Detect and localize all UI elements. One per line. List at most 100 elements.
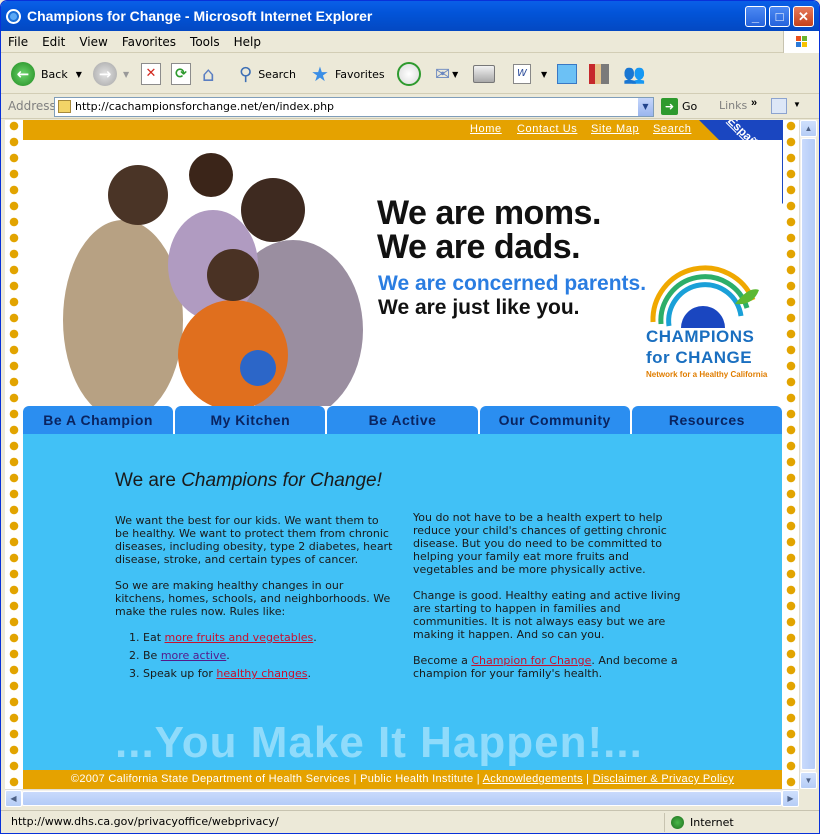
left-paragraph-1: We want the best for our kids. We want t…	[115, 514, 393, 566]
back-button[interactable]: ← Back ▼	[11, 60, 82, 88]
rules-list: Eat more fruits and vegetables. Be more …	[115, 631, 395, 680]
search-label: Search	[258, 67, 296, 81]
nav-sitemap-link[interactable]: Site Map	[591, 123, 639, 135]
nav-search-link[interactable]: Search	[653, 123, 691, 135]
main-nav: Be A Champion My Kitchen Be Active Our C…	[23, 406, 783, 434]
nav-home-link[interactable]: Home	[470, 123, 502, 135]
mail-button[interactable]: ✉ ▼	[435, 60, 458, 88]
translate-icon[interactable]	[771, 98, 787, 114]
horizontal-scroll-thumb[interactable]	[22, 791, 782, 806]
menu-file[interactable]: File	[1, 31, 35, 49]
vertical-scroll-thumb[interactable]	[801, 138, 816, 770]
close-button[interactable]: ✕	[793, 6, 814, 27]
forward-button[interactable]: → ▼	[93, 60, 129, 88]
tab-our-community[interactable]: Our Community	[479, 406, 630, 434]
page-viewport: Home Contact Us Site Map Search Español	[5, 120, 799, 789]
research-icon	[589, 64, 609, 84]
maximize-button[interactable]: □	[769, 6, 790, 27]
home-button[interactable]: ⌂	[202, 60, 215, 88]
go-arrow-icon: ➜	[661, 98, 678, 115]
hero-banner: We are moms. We are dads. We are concern…	[23, 140, 782, 406]
menu-favorites[interactable]: Favorites	[115, 31, 183, 49]
menu-view[interactable]: View	[72, 31, 114, 49]
edit-button[interactable]: W ▼	[513, 60, 547, 88]
research-button[interactable]	[589, 60, 609, 88]
scroll-down-icon[interactable]: ▼	[800, 772, 817, 789]
rule-text: Speak up for	[143, 667, 217, 680]
nav-contact-link[interactable]: Contact Us	[517, 123, 577, 135]
scroll-right-icon[interactable]: ▶	[782, 790, 799, 807]
search-icon: ⚲	[239, 63, 253, 85]
forward-arrow-icon: →	[93, 62, 117, 86]
go-button[interactable]: ➜ Go	[661, 98, 697, 115]
become-text: Become a	[413, 654, 472, 667]
security-zone: Internet	[664, 813, 734, 832]
menu-edit[interactable]: Edit	[35, 31, 72, 49]
logo-text-for-change: for CHANGE	[646, 348, 753, 367]
logo-arcs-icon	[650, 265, 759, 328]
minimize-button[interactable]: _	[745, 6, 766, 27]
refresh-icon: ⟳	[171, 63, 191, 85]
tab-be-active[interactable]: Be Active	[327, 406, 478, 434]
history-button[interactable]	[397, 60, 421, 88]
discuss-button[interactable]	[557, 60, 577, 88]
headline-prefix: We are	[115, 470, 182, 491]
favorites-label: Favorites	[334, 67, 385, 81]
healthy-changes-link[interactable]: healthy changes	[216, 667, 307, 680]
status-bar: http://www.dhs.ca.gov/privacyoffice/webp…	[1, 810, 819, 833]
messenger-button[interactable]: 👥	[623, 60, 645, 88]
rule-text: Eat	[143, 631, 165, 644]
print-icon	[473, 65, 495, 83]
address-label: Address	[8, 99, 56, 113]
address-dropdown-icon[interactable]: ▼	[637, 98, 653, 116]
messenger-icon: 👥	[623, 63, 646, 85]
fruits-vegetables-link[interactable]: more fruits and vegetables	[165, 631, 314, 644]
discuss-icon	[557, 64, 577, 84]
search-button[interactable]: ⚲ Search	[239, 60, 296, 88]
tab-resources[interactable]: Resources	[631, 406, 783, 434]
scroll-left-icon[interactable]: ◀	[5, 790, 22, 807]
champion-for-change-link[interactable]: Champion for Change	[471, 654, 591, 667]
zone-label: Internet	[690, 816, 734, 829]
more-active-link[interactable]: more active	[161, 649, 226, 662]
go-label: Go	[682, 100, 698, 113]
scroll-up-icon[interactable]: ▲	[800, 120, 817, 137]
headline-emphasis: Champions for Change!	[181, 470, 382, 491]
translate-dropdown-icon[interactable]: ▼	[793, 100, 801, 109]
browser-window: Champions for Change - Microsoft Interne…	[0, 0, 820, 834]
menu-bar: File Edit View Favorites Tools Help	[1, 31, 819, 53]
rule-punct: .	[226, 649, 230, 662]
favorites-button[interactable]: ★ Favorites	[311, 60, 385, 88]
links-label[interactable]: Links	[719, 99, 747, 112]
status-text: http://www.dhs.ca.gov/privacyoffice/webp…	[11, 815, 279, 828]
logo-tagline: Network for a Healthy California	[646, 370, 768, 379]
top-nav: Home Contact Us Site Map Search	[23, 120, 782, 140]
word-icon: W	[513, 64, 531, 84]
mail-icon: ✉	[435, 63, 451, 85]
menu-help[interactable]: Help	[227, 31, 268, 49]
footer: ©2007 California State Department of Hea…	[23, 770, 782, 789]
print-button[interactable]	[473, 60, 495, 88]
tab-be-a-champion[interactable]: Be A Champion	[23, 406, 174, 434]
links-chevron-icon[interactable]: »	[751, 97, 757, 109]
tab-my-kitchen[interactable]: My Kitchen	[175, 406, 326, 434]
refresh-button[interactable]: ⟳	[171, 60, 191, 88]
mail-dropdown-icon: ▼	[452, 69, 459, 79]
address-bar: Address http://cachampionsforchange.net/…	[1, 95, 819, 119]
disclaimer-link[interactable]: Disclaimer & Privacy Policy	[593, 773, 734, 785]
acknowledgements-link[interactable]: Acknowledgements	[483, 773, 583, 785]
horizontal-scrollbar[interactable]: ◀ ▶	[5, 789, 799, 807]
right-column: You do not have to be a health expert to…	[413, 511, 693, 693]
back-label: Back	[41, 67, 68, 81]
right-paragraph-1: You do not have to be a health expert to…	[413, 511, 667, 576]
vertical-scrollbar[interactable]: ▲ ▼	[799, 120, 817, 789]
menu-tools[interactable]: Tools	[183, 31, 227, 49]
edit-dropdown-icon: ▼	[541, 69, 548, 79]
address-input[interactable]: http://cachampionsforchange.net/en/index…	[54, 97, 654, 117]
footer-copyright: ©2007 California State Department of Hea…	[70, 773, 483, 785]
stop-button[interactable]: ✕	[141, 60, 161, 88]
list-item: Speak up for healthy changes.	[143, 667, 395, 680]
hero-line-like-you: We are just like you.	[378, 296, 580, 319]
back-dropdown-icon[interactable]: ▼	[76, 70, 82, 79]
stop-icon: ✕	[141, 63, 161, 85]
